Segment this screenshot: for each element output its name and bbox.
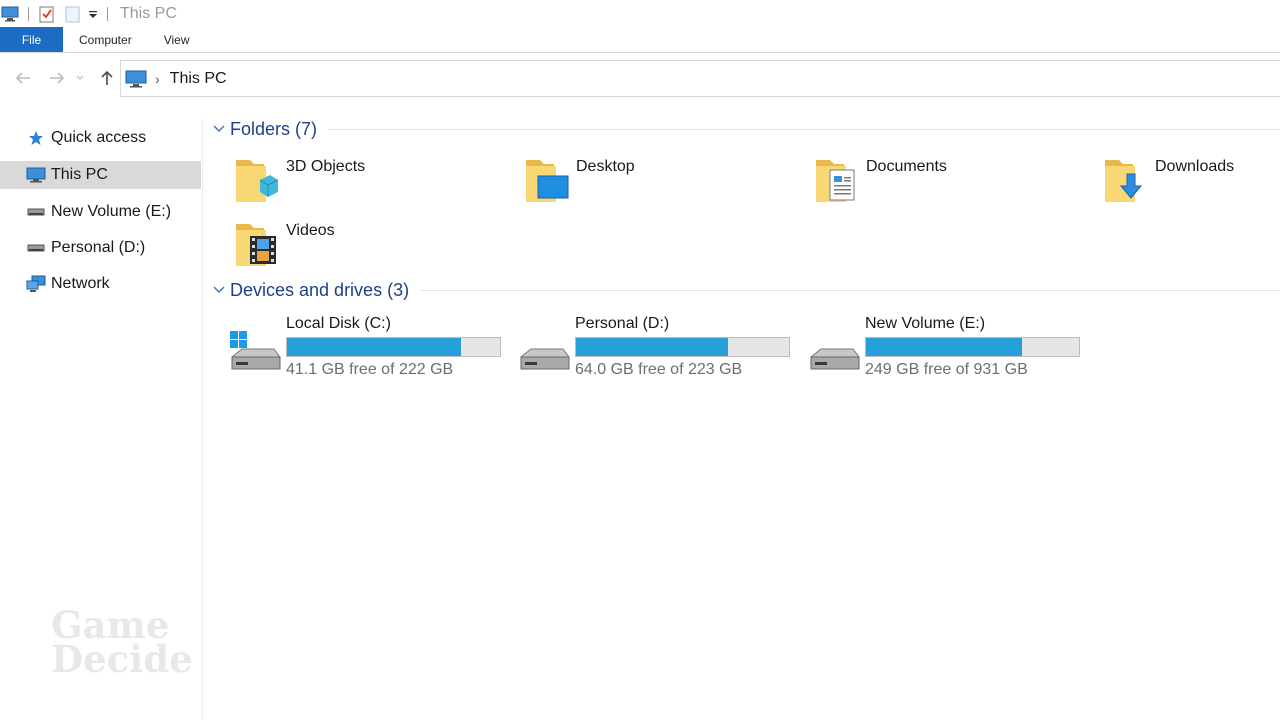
drive-icon (810, 348, 860, 370)
up-button[interactable] (92, 63, 122, 93)
window-title: This PC (120, 4, 177, 22)
recent-locations-button[interactable] (72, 63, 88, 93)
sidebar-item-network[interactable]: Network (0, 270, 201, 298)
desktop-folder-icon (526, 160, 569, 202)
computer-icon (26, 165, 46, 185)
star-icon (26, 128, 46, 148)
forward-button[interactable] (42, 63, 72, 93)
group-divider (329, 128, 1280, 130)
content-pane: Folders (7) 3D Objects Desktop Documents (204, 100, 1280, 720)
drive-usage-fill (287, 338, 461, 356)
drive-personal-d[interactable]: Personal (D:) 64.0 GB free of 223 GB (517, 315, 797, 385)
arrow-left-icon (15, 72, 30, 84)
watermark-logo: Game Decide (51, 607, 193, 681)
folders-group-title: Folders (7) (230, 118, 318, 139)
sidebar-item-label: New Volume (E:) (51, 203, 172, 220)
watermark-line-2: Decide (51, 637, 193, 681)
drive-usage-bar (575, 337, 790, 357)
folder-documents[interactable]: Documents (814, 154, 1074, 210)
devices-group-header[interactable]: Devices and drives (3) (212, 278, 1280, 302)
breadcrumb-separator: › (155, 70, 160, 87)
chevron-down-icon[interactable] (212, 122, 226, 136)
breadcrumb-this-pc[interactable]: This PC (170, 70, 227, 88)
drive-usage-bar (865, 337, 1080, 357)
tab-view[interactable]: View (148, 27, 206, 52)
group-divider (421, 289, 1280, 291)
arrow-up-icon (101, 70, 113, 85)
videos-folder-icon (236, 224, 276, 266)
drive-free-space: 64.0 GB free of 223 GB (575, 361, 743, 378)
drive-name: New Volume (E:) (865, 315, 986, 332)
sidebar-item-personal-d[interactable]: Personal (D:) (0, 234, 201, 262)
new-folder-icon[interactable] (63, 4, 83, 24)
drive-usage-fill (576, 338, 728, 356)
system-drive-icon (230, 331, 281, 370)
3d-objects-folder-icon (236, 160, 279, 202)
title-bar: This PC (0, 0, 1280, 27)
back-button[interactable] (8, 63, 38, 93)
customize-toolbar-dropdown-icon[interactable] (87, 4, 99, 24)
downloads-folder-icon (1105, 160, 1143, 202)
drive-icon (520, 348, 570, 370)
computer-icon (0, 4, 20, 24)
drive-free-space: 249 GB free of 931 GB (865, 361, 1028, 378)
ribbon-tabs: File Computer View (0, 27, 1280, 53)
folder-name: Desktop (576, 158, 635, 175)
drive-free-space: 41.1 GB free of 222 GB (286, 361, 454, 378)
sidebar-item-label: This PC (51, 166, 108, 183)
tab-file[interactable]: File (0, 27, 63, 52)
folders-group-header[interactable]: Folders (7) (212, 117, 1280, 141)
folder-videos[interactable]: Videos (234, 218, 494, 274)
drive-usage-fill (866, 338, 1023, 356)
sidebar-item-label: Network (51, 275, 110, 292)
drive-name: Personal (D:) (575, 315, 670, 332)
network-icon (26, 274, 46, 294)
folder-desktop[interactable]: Desktop (524, 154, 784, 210)
drive-usage-bar (286, 337, 501, 357)
drive-icon (26, 238, 46, 258)
devices-group-title: Devices and drives (3) (230, 279, 410, 300)
drive-new-volume-e[interactable]: New Volume (E:) 249 GB free of 931 GB (807, 315, 1087, 385)
sidebar-item-quick-access[interactable]: Quick access (0, 124, 201, 152)
folder-name: 3D Objects (286, 158, 366, 175)
chevron-down-icon[interactable] (212, 283, 226, 297)
arrow-right-icon (50, 72, 65, 84)
sidebar-item-label: Personal (D:) (51, 239, 146, 256)
folder-name: Documents (866, 158, 947, 175)
sidebar-item-new-volume-e[interactable]: New Volume (E:) (0, 198, 201, 226)
properties-icon[interactable] (37, 4, 57, 24)
folder-downloads[interactable]: Downloads (1103, 154, 1280, 210)
navigation-bar: › This PC (0, 58, 1280, 98)
title-separator (107, 6, 108, 21)
drive-name: Local Disk (C:) (286, 315, 391, 332)
sidebar-item-this-pc[interactable]: This PC (0, 161, 201, 189)
documents-folder-icon (816, 160, 855, 202)
chevron-down-icon (76, 75, 84, 80)
folder-name: Videos (286, 222, 335, 239)
quick-access-separator (28, 6, 29, 21)
folder-name: Downloads (1155, 158, 1235, 175)
address-bar[interactable]: › This PC (120, 60, 1280, 97)
folder-3d-objects[interactable]: 3D Objects (234, 154, 494, 210)
computer-icon (125, 70, 147, 88)
sidebar-item-label: Quick access (51, 129, 147, 146)
drive-local-disk-c[interactable]: Local Disk (C:) 41.1 GB free of 222 GB (228, 315, 508, 385)
tab-computer[interactable]: Computer (63, 27, 148, 52)
drive-icon (26, 202, 46, 222)
